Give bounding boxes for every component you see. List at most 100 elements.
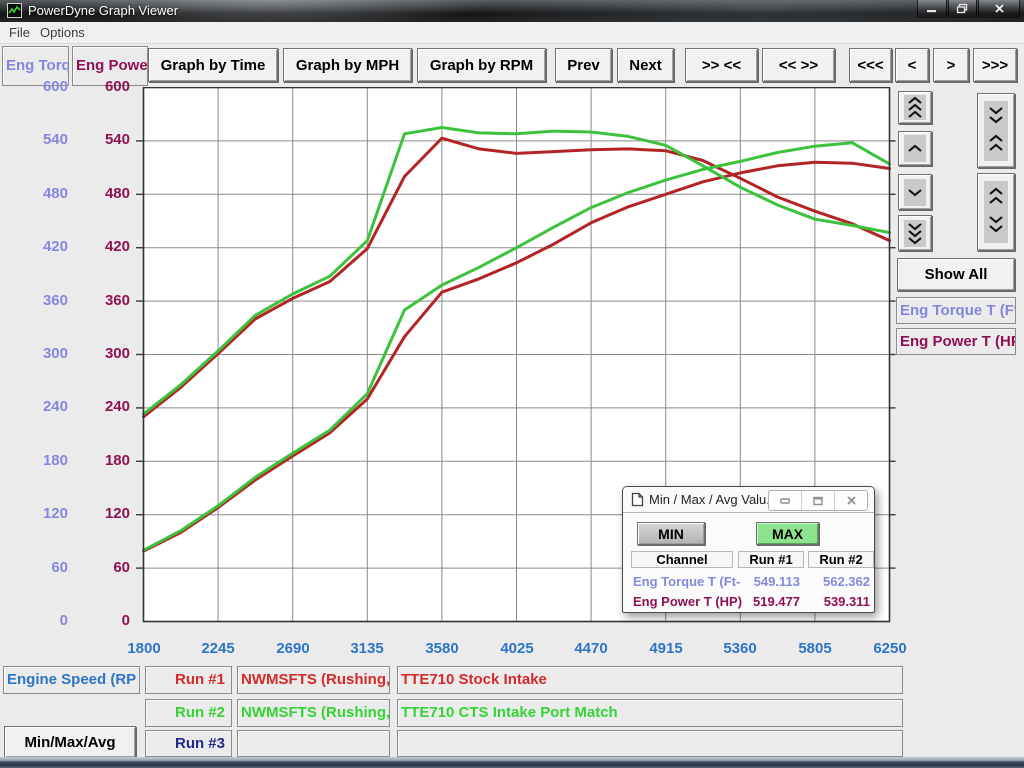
triple-chevron-down-icon [904, 220, 926, 247]
restore-button[interactable] [948, 0, 977, 18]
run2-label-box: Run #2 [145, 699, 232, 727]
y-tick-power: 420 [70, 238, 130, 255]
window-title: PowerDyne Graph Viewer [28, 3, 178, 18]
app-icon [7, 3, 22, 18]
y-tick-power: 300 [70, 345, 130, 362]
column-header-run1: Run #1 [738, 551, 804, 568]
y-tick-torque: 120 [8, 505, 68, 522]
y-tick-power: 240 [70, 398, 130, 415]
y-tick-power: 60 [70, 559, 130, 576]
minmax-minimize-button[interactable] [769, 491, 802, 510]
menu-bar: File Options [0, 22, 1024, 44]
close-icon [994, 3, 1005, 14]
table-cell-power-run1: 519.477 [738, 594, 800, 609]
scroll-right-button[interactable]: > [933, 48, 969, 82]
run2-description-box: TTE710 CTS Intake Port Match [397, 699, 903, 727]
compress-chevrons-icon [984, 101, 1008, 161]
run2-file-box: NWMSFTS (Rushing, [237, 699, 390, 727]
y-tick-torque: 240 [8, 398, 68, 415]
scroll-down-button[interactable] [898, 174, 932, 210]
x-tick-rpm: 2245 [185, 640, 251, 657]
minimize-icon [780, 497, 790, 505]
minmax-window-controls [768, 490, 868, 511]
column-header-channel: Channel [631, 551, 733, 568]
y-tick-torque: 300 [8, 345, 68, 362]
graph-by-rpm-button[interactable]: Graph by RPM [417, 48, 546, 82]
compress-vertical-button[interactable] [977, 93, 1015, 168]
x-tick-rpm: 2690 [260, 640, 326, 657]
title-bar: PowerDyne Graph Viewer [0, 0, 1024, 22]
run1-description-box: TTE710 Stock Intake [397, 666, 903, 694]
minmax-window-title: Min / Max / Avg Valu... [649, 492, 777, 507]
y-tick-torque: 360 [8, 292, 68, 309]
chevron-down-icon [904, 179, 926, 206]
scroll-left-button[interactable]: < [895, 48, 929, 82]
x-tick-rpm: 1800 [111, 640, 177, 657]
show-all-button[interactable]: Show All [897, 258, 1015, 291]
max-tab[interactable]: MAX [756, 522, 819, 545]
graph-by-mph-button[interactable]: Graph by MPH [283, 48, 412, 82]
run3-label-box: Run #3 [145, 730, 232, 757]
x-axis-title-box[interactable]: Engine Speed (RP [3, 666, 140, 694]
restore-icon [813, 496, 823, 506]
menu-file[interactable]: File [9, 25, 30, 40]
y-tick-power: 0 [70, 612, 130, 629]
minmax-title-bar[interactable]: Min / Max / Avg Valu... [623, 487, 874, 513]
prev-button[interactable]: Prev [555, 48, 612, 82]
minmax-close-button[interactable] [835, 491, 867, 510]
y-tick-power: 180 [70, 452, 130, 469]
x-tick-rpm: 6250 [857, 640, 923, 657]
y-tick-power: 120 [70, 505, 130, 522]
x-tick-rpm: 4470 [558, 640, 624, 657]
run3-file-box [237, 730, 390, 757]
menu-options[interactable]: Options [40, 25, 85, 40]
scroll-up-button[interactable] [898, 131, 932, 166]
x-tick-rpm: 5360 [707, 640, 773, 657]
x-tick-rpm: 4025 [484, 640, 550, 657]
expand-vertical-button[interactable] [977, 173, 1015, 251]
legend-torque-channel[interactable]: Eng Torque T (Ft [896, 297, 1016, 324]
restore-icon [956, 3, 969, 14]
run3-description-box [397, 730, 903, 757]
scroll-left-fast-button[interactable]: <<< [849, 48, 892, 82]
scroll-up-fast-button[interactable] [898, 91, 932, 124]
scroll-right-fast-button[interactable]: >>> [973, 48, 1017, 82]
minimize-icon [926, 4, 938, 13]
y-tick-torque: 420 [8, 238, 68, 255]
next-button[interactable]: Next [617, 48, 674, 82]
y-tick-power: 600 [70, 78, 130, 95]
powerdyne-window: { "window": { "title": "PowerDyne Graph … [0, 0, 1024, 768]
scroll-down-fast-button[interactable] [898, 215, 932, 251]
column-header-run2: Run #2 [808, 551, 874, 568]
close-icon [846, 495, 857, 506]
y-tick-torque: 0 [8, 612, 68, 629]
y-tick-power: 540 [70, 131, 130, 148]
x-tick-rpm: 5805 [782, 640, 848, 657]
table-cell-torque-run2: 562.362 [808, 574, 870, 589]
run1-file-box: NWMSFTS (Rushing, [237, 666, 390, 694]
triple-chevron-up-icon [904, 95, 926, 120]
zoom-in-x-button[interactable]: >> << [685, 48, 758, 82]
min-tab[interactable]: MIN [637, 522, 705, 545]
x-tick-rpm: 4915 [633, 640, 699, 657]
y-tick-torque: 540 [8, 131, 68, 148]
close-button[interactable] [978, 0, 1020, 18]
expand-chevrons-icon [984, 181, 1008, 243]
table-cell-power-run2: 539.311 [808, 594, 870, 609]
legend-power-channel[interactable]: Eng Power T (HP [896, 328, 1016, 355]
y-tick-torque: 180 [8, 452, 68, 469]
minmax-restore-button[interactable] [802, 491, 835, 510]
y-tick-power: 480 [70, 185, 130, 202]
minmaxavg-button[interactable]: Min/Max/Avg [4, 726, 136, 758]
minimize-button[interactable] [917, 0, 947, 18]
zoom-out-x-button[interactable]: << >> [762, 48, 835, 82]
y-tick-torque: 600 [8, 78, 68, 95]
x-tick-rpm: 3135 [334, 640, 400, 657]
y-tick-torque: 480 [8, 185, 68, 202]
chevron-up-icon [904, 135, 926, 162]
x-tick-rpm: 3580 [409, 640, 475, 657]
table-row-channel-label: Eng Power T (HP) [633, 594, 742, 609]
document-icon [631, 492, 644, 507]
y-tick-torque: 60 [8, 559, 68, 576]
graph-by-time-button[interactable]: Graph by Time [148, 48, 278, 82]
